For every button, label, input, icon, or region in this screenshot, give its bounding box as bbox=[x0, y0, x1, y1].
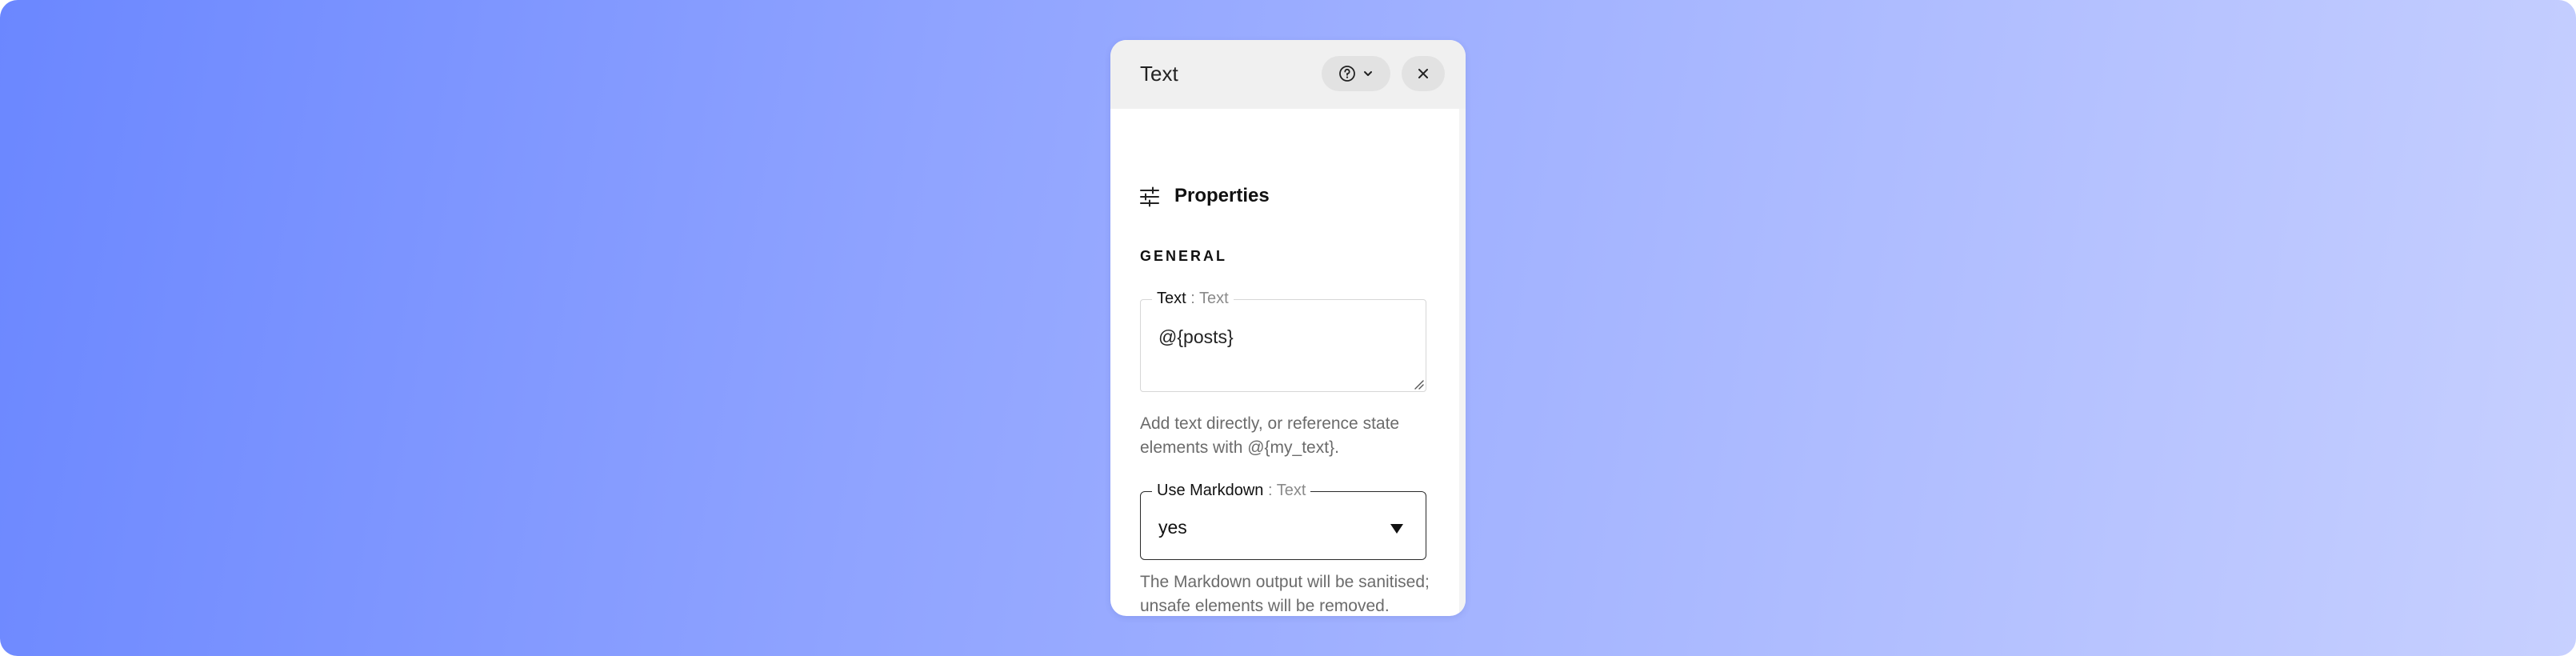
properties-heading: Properties bbox=[1174, 185, 1270, 206]
background: Text Properties GENERAL Text: Text @{po… bbox=[0, 0, 2576, 656]
markdown-help: The Markdown output will be sanitised; u… bbox=[1140, 573, 1430, 615]
panel-header: Text bbox=[1110, 40, 1466, 109]
close-button[interactable] bbox=[1402, 56, 1445, 91]
scrollbar[interactable] bbox=[1459, 109, 1466, 616]
settings-panel: Text Properties GENERAL Text: Text @{po… bbox=[1110, 40, 1466, 616]
help-button[interactable] bbox=[1322, 56, 1390, 91]
text-field-type: : Text bbox=[1186, 290, 1229, 307]
markdown-select-value: yes bbox=[1158, 517, 1187, 538]
text-field: Text : Text @{posts} bbox=[1140, 289, 1426, 392]
panel-title: Text bbox=[1140, 62, 1178, 86]
close-icon bbox=[1418, 69, 1428, 78]
dropdown-arrow-icon bbox=[1390, 524, 1403, 534]
text-field-help: Add text directly, or reference state el… bbox=[1140, 414, 1400, 457]
chevron-down-icon bbox=[1364, 71, 1372, 76]
sliders-icon bbox=[1140, 186, 1159, 207]
markdown-select-legend: Use Markdown : Text bbox=[1152, 481, 1311, 500]
resize-handle-icon[interactable] bbox=[1413, 378, 1424, 390]
markdown-select-type: : Text bbox=[1263, 482, 1306, 499]
text-input[interactable]: @{posts} bbox=[1158, 326, 1398, 348]
help-circle-icon bbox=[1339, 66, 1355, 82]
markdown-select[interactable]: Use Markdown : Text yes bbox=[1140, 481, 1426, 560]
text-field-label: Text bbox=[1157, 290, 1186, 307]
markdown-select-label: Use Markdown bbox=[1157, 482, 1264, 499]
text-field-legend: Text : Text bbox=[1152, 289, 1234, 308]
section-label-general: GENERAL bbox=[1140, 248, 1228, 264]
